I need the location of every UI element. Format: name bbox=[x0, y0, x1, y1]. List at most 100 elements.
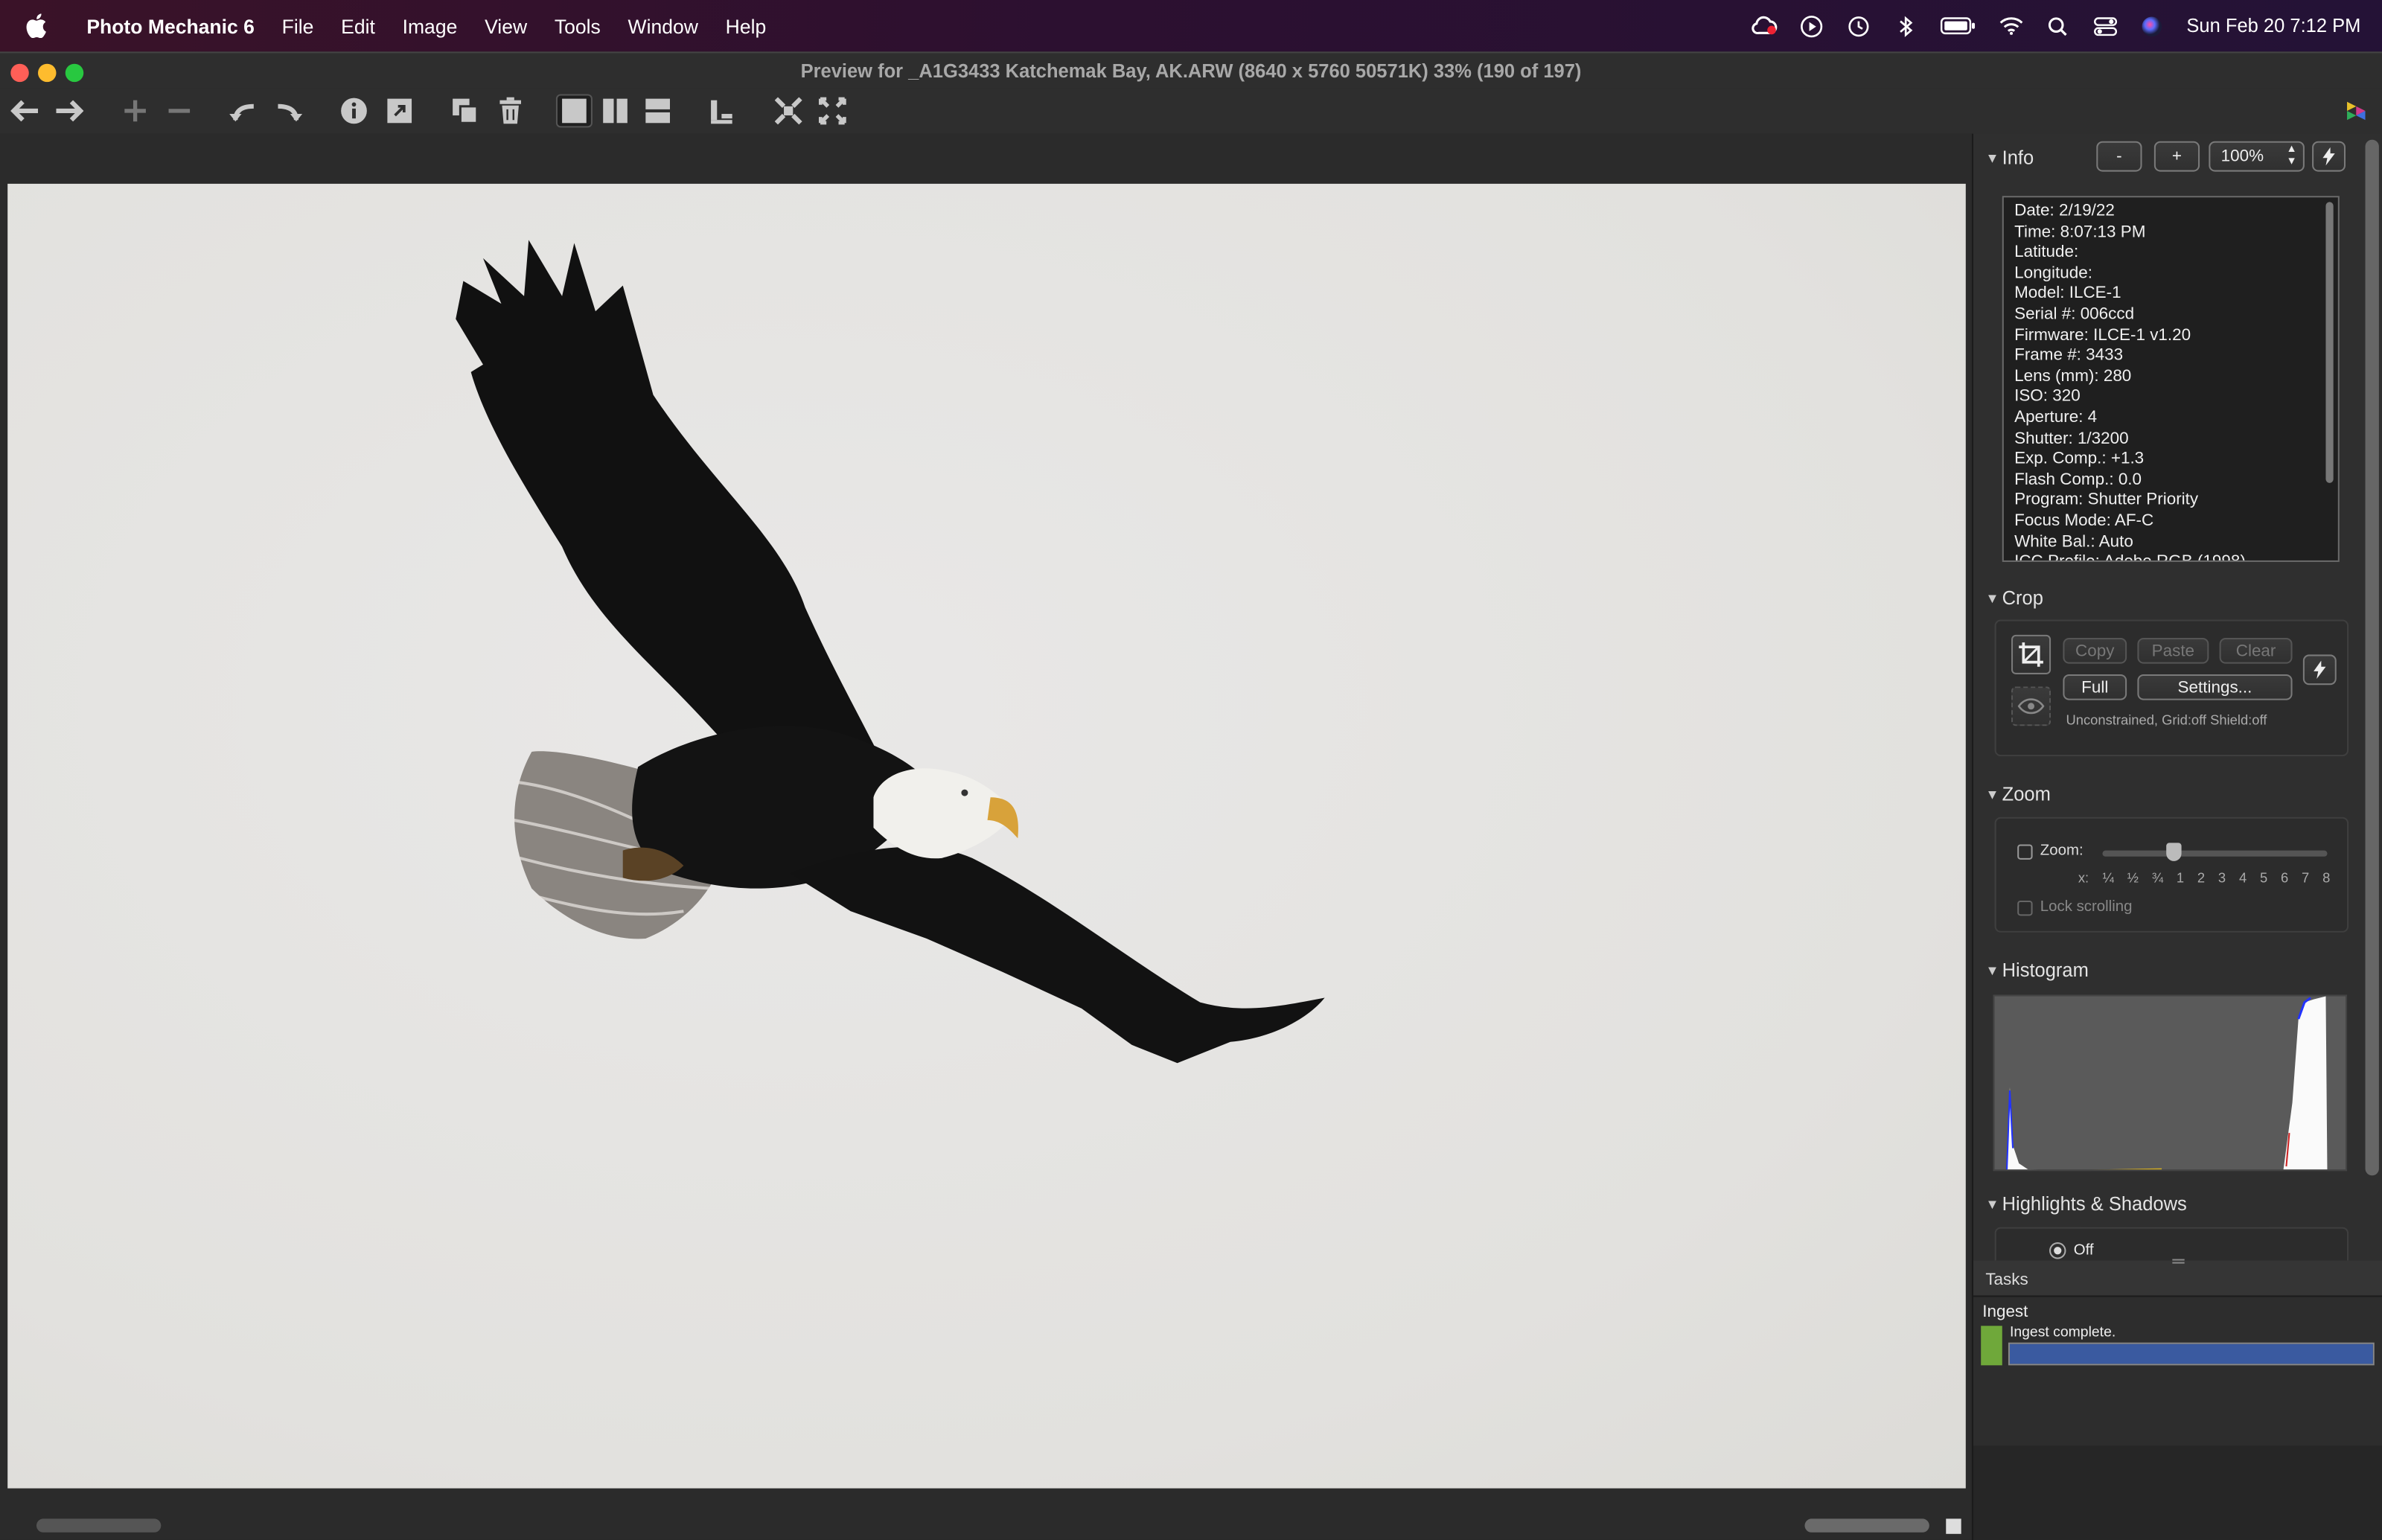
task-progress-bar bbox=[2008, 1342, 2375, 1366]
zoom-tick-label: ¼ bbox=[2102, 870, 2114, 886]
wifi-icon[interactable] bbox=[1998, 13, 2024, 39]
preview-canvas[interactable] bbox=[0, 133, 1972, 1540]
rotate-right-button[interactable] bbox=[272, 95, 305, 128]
info-scrollbar[interactable] bbox=[2325, 202, 2334, 483]
fit-to-window-icon[interactable] bbox=[772, 95, 805, 128]
menubar-clock[interactable]: Sun Feb 20 7:12 PM bbox=[2186, 15, 2360, 36]
disclosure-triangle-icon[interactable]: ▼ bbox=[1985, 591, 1999, 606]
menu-tools[interactable]: Tools bbox=[540, 14, 614, 37]
apple-icon[interactable] bbox=[0, 13, 73, 39]
crop-section-header[interactable]: ▼ Crop bbox=[1985, 588, 2043, 610]
task-progress-fill bbox=[2009, 1343, 2373, 1364]
menubar: Photo Mechanic 6 File Edit Image View To… bbox=[0, 0, 2382, 52]
menu-app-name[interactable]: Photo Mechanic 6 bbox=[73, 14, 268, 37]
zoom-slider[interactable] bbox=[2102, 843, 2328, 861]
full-screen-icon[interactable] bbox=[816, 95, 849, 128]
disclosure-triangle-icon[interactable]: ▼ bbox=[1985, 787, 1999, 802]
align-bottom-icon[interactable] bbox=[705, 95, 738, 128]
crop-settings-button[interactable]: Settings... bbox=[2137, 674, 2293, 700]
crop-lightning-button[interactable] bbox=[2302, 654, 2337, 686]
lock-scrolling-checkbox[interactable] bbox=[2017, 899, 2033, 916]
lock-scrolling-row[interactable]: Lock scrolling bbox=[2017, 899, 2132, 916]
filmstrip-scrollbar[interactable] bbox=[36, 1518, 162, 1533]
preview-photo-eagle[interactable] bbox=[7, 183, 1966, 1489]
disclosure-triangle-icon[interactable]: ▼ bbox=[1985, 963, 1999, 978]
crop-header-label: Crop bbox=[2002, 587, 2043, 610]
highlights-off-label: Off bbox=[2073, 1242, 2094, 1259]
lightning-icon bbox=[2314, 660, 2326, 680]
battery-icon[interactable] bbox=[1941, 13, 1977, 39]
info-header-label: Info bbox=[2002, 147, 2034, 169]
info-zoom-out-button[interactable]: - bbox=[2096, 141, 2142, 172]
crop-tool-button[interactable] bbox=[2011, 634, 2051, 674]
zoom-out-button[interactable] bbox=[162, 95, 196, 128]
time-machine-icon[interactable] bbox=[1846, 13, 1872, 39]
highlights-off-row[interactable]: Off bbox=[2049, 1242, 2094, 1259]
histogram-section-header[interactable]: ▼ Histogram bbox=[1985, 960, 2089, 982]
histogram-header-label: Histogram bbox=[2002, 959, 2089, 982]
metadata-line: Time: 8:07:13 PM bbox=[2014, 223, 2146, 241]
zoom-slider-knob[interactable] bbox=[2166, 843, 2182, 861]
creative-cloud-icon[interactable] bbox=[1752, 13, 1778, 39]
menu-file[interactable]: File bbox=[268, 14, 327, 37]
crop-full-button[interactable]: Full bbox=[2063, 674, 2127, 700]
crop-clear-button[interactable]: Clear bbox=[2219, 637, 2293, 664]
inspector-panel: ▼ Info - + 100% ▲ ▼ Date: 2/19/22 Time: 8:… bbox=[1971, 133, 2382, 1273]
menu-edit[interactable]: Edit bbox=[328, 14, 389, 37]
next-photo-button[interactable] bbox=[51, 95, 85, 128]
disclosure-triangle-icon[interactable]: ▼ bbox=[1985, 150, 1999, 165]
zoom-checkbox[interactable] bbox=[2017, 843, 2033, 859]
zoom-section-header[interactable]: ▼ Zoom bbox=[1985, 784, 2050, 805]
highlights-shadows-section-header[interactable]: ▼ Highlights & Shadows bbox=[1985, 1194, 2186, 1215]
metadata-line: Focus Mode: AF-C bbox=[2014, 511, 2154, 530]
play-icon[interactable] bbox=[1799, 13, 1825, 39]
zoom-tick-label: ½ bbox=[2127, 870, 2139, 886]
previous-photo-button[interactable] bbox=[9, 95, 42, 128]
zoom-checkbox-row[interactable]: Zoom: bbox=[2017, 843, 2084, 860]
open-external-icon[interactable] bbox=[383, 95, 416, 128]
zoom-tick-label: 3 bbox=[2217, 870, 2226, 886]
horizontal-scrollbar-thumb[interactable] bbox=[1804, 1518, 1929, 1533]
info-icon[interactable] bbox=[337, 95, 371, 128]
radio-selected-icon[interactable] bbox=[2049, 1242, 2066, 1259]
window-title-bar[interactable]: Preview for _A1G3433 Katchemak Bay, AK.A… bbox=[0, 51, 2382, 89]
control-center-icon[interactable] bbox=[2092, 13, 2118, 39]
crop-paste-button[interactable]: Paste bbox=[2137, 637, 2209, 664]
menu-image[interactable]: Image bbox=[389, 14, 470, 37]
metadata-line: Aperture: 4 bbox=[2014, 408, 2098, 427]
color-wheel-icon[interactable] bbox=[2340, 95, 2373, 128]
menu-view[interactable]: View bbox=[471, 14, 541, 37]
menu-window[interactable]: Window bbox=[614, 14, 712, 37]
menu-help[interactable]: Help bbox=[712, 14, 779, 37]
stacked-view-button[interactable] bbox=[641, 95, 674, 128]
disclosure-triangle-icon[interactable]: ▼ bbox=[1985, 1197, 1999, 1212]
rotate-left-button[interactable] bbox=[226, 95, 260, 128]
metadata-line: Firmware: ILCE-1 v1.20 bbox=[2014, 325, 2191, 345]
task-status-text: Ingest complete. bbox=[2009, 1324, 2116, 1341]
single-view-button[interactable] bbox=[555, 94, 593, 128]
zoom-in-button[interactable] bbox=[118, 95, 152, 128]
siri-icon[interactable] bbox=[2139, 13, 2165, 39]
copy-icon[interactable] bbox=[448, 95, 482, 128]
info-zoom-select[interactable]: 100% ▲ ▼ bbox=[2209, 141, 2305, 172]
resize-corner[interactable] bbox=[1946, 1518, 1961, 1534]
bluetooth-icon[interactable] bbox=[1894, 13, 1920, 39]
metadata-line: Longitude: bbox=[2014, 263, 2092, 283]
metadata-line: Exp. Comp.: +1.3 bbox=[2014, 450, 2145, 468]
info-zoom-in-button[interactable]: + bbox=[2153, 141, 2200, 172]
metadata-line: Lens (mm): 280 bbox=[2014, 367, 2132, 386]
info-section-header[interactable]: ▼ Info bbox=[1985, 147, 2034, 169]
metadata-line: Model: ILCE-1 bbox=[2014, 284, 2121, 303]
spotlight-search-icon[interactable] bbox=[2046, 13, 2072, 39]
trash-icon[interactable] bbox=[494, 95, 527, 128]
metadata-info-box[interactable]: Date: 2/19/22 Time: 8:07:13 PM Latitude: Lo… bbox=[2002, 196, 2340, 562]
panel-scrollbar[interactable] bbox=[2365, 139, 2379, 1176]
zoom-checkbox-label: Zoom: bbox=[2040, 843, 2084, 860]
metadata-line: Serial #: 006ccd bbox=[2014, 305, 2135, 324]
tasks-resize-handle[interactable] bbox=[2172, 1259, 2185, 1264]
info-lightning-button[interactable] bbox=[2312, 141, 2346, 172]
crop-preview-button[interactable] bbox=[2011, 686, 2051, 726]
side-by-side-view-button[interactable] bbox=[598, 95, 632, 128]
zoom-tick-label: 4 bbox=[2238, 870, 2247, 886]
crop-copy-button[interactable]: Copy bbox=[2063, 637, 2127, 664]
